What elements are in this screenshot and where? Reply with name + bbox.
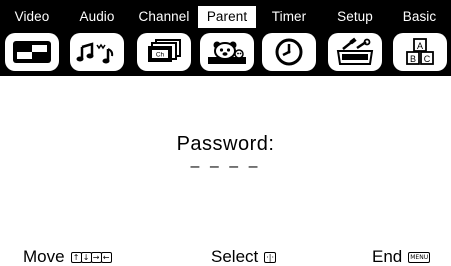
tab-audio[interactable]: Audio <box>64 6 130 28</box>
tab-basic-icon-button[interactable]: A B C <box>388 30 451 74</box>
tab-audio-icon-button[interactable] <box>64 30 130 74</box>
tab-timer-icon-button[interactable] <box>256 30 322 74</box>
right-arrow-key-icon: → <box>90 251 102 263</box>
svg-text:A: A <box>416 41 422 51</box>
tab-icon-row: Ch A B C <box>0 30 451 74</box>
tab-parent[interactable]: Parent <box>198 6 256 28</box>
select-label: Select <box>211 247 259 266</box>
menu-key-icon: MENU <box>408 251 431 263</box>
music-notes-icon <box>76 42 114 64</box>
move-label: Move <box>23 247 65 266</box>
abc-blocks-icon: A B C <box>405 38 434 65</box>
end-label: End <box>372 247 403 266</box>
clock-icon <box>275 38 303 66</box>
teddy-bear-icon <box>208 41 246 64</box>
svg-text:C: C <box>423 54 430 64</box>
tab-timer[interactable]: Timer <box>256 6 322 28</box>
tab-setup-icon-button[interactable] <box>322 30 388 74</box>
up-arrow-key-icon: ↑ <box>70 251 82 263</box>
svg-text:Ch: Ch <box>156 52 165 59</box>
parent-panel: Password: – – – – Move ↑ ↓ → ← Select ·|… <box>0 76 451 266</box>
arrow-keys-icon: ↑ ↓ → ← <box>70 251 112 263</box>
tab-basic[interactable]: Basic <box>388 6 451 28</box>
tab-video[interactable]: Video <box>0 6 64 28</box>
help-footer: Move ↑ ↓ → ← Select ·|· End MENU <box>0 248 451 266</box>
tab-video-icon-button[interactable] <box>0 30 64 74</box>
move-hint: Move ↑ ↓ → ← <box>23 247 112 266</box>
select-key-icon: ·|· <box>264 251 277 263</box>
select-hint: Select ·|· <box>211 247 277 266</box>
password-label: Password: <box>176 133 275 155</box>
tab-channel[interactable]: Channel <box>130 6 198 28</box>
video-screen-icon <box>13 41 51 63</box>
tab-label-row: Video Audio Channel Parent Timer Setup B… <box>0 6 451 28</box>
left-arrow-key-icon: ← <box>100 251 112 263</box>
down-arrow-key-icon: ↓ <box>80 251 92 263</box>
password-entry-field[interactable]: – – – – <box>0 158 451 176</box>
tab-setup[interactable]: Setup <box>322 6 388 28</box>
tab-parent-icon-button[interactable] <box>198 30 256 74</box>
tab-channel-icon-button[interactable]: Ch <box>130 30 198 74</box>
toolbox-icon <box>336 37 374 65</box>
menu-tab-bar: Video Audio Channel Parent Timer Setup B… <box>0 0 451 76</box>
end-hint: End MENU <box>372 247 431 266</box>
svg-text:B: B <box>409 54 415 64</box>
channel-stack-icon: Ch <box>148 39 181 62</box>
